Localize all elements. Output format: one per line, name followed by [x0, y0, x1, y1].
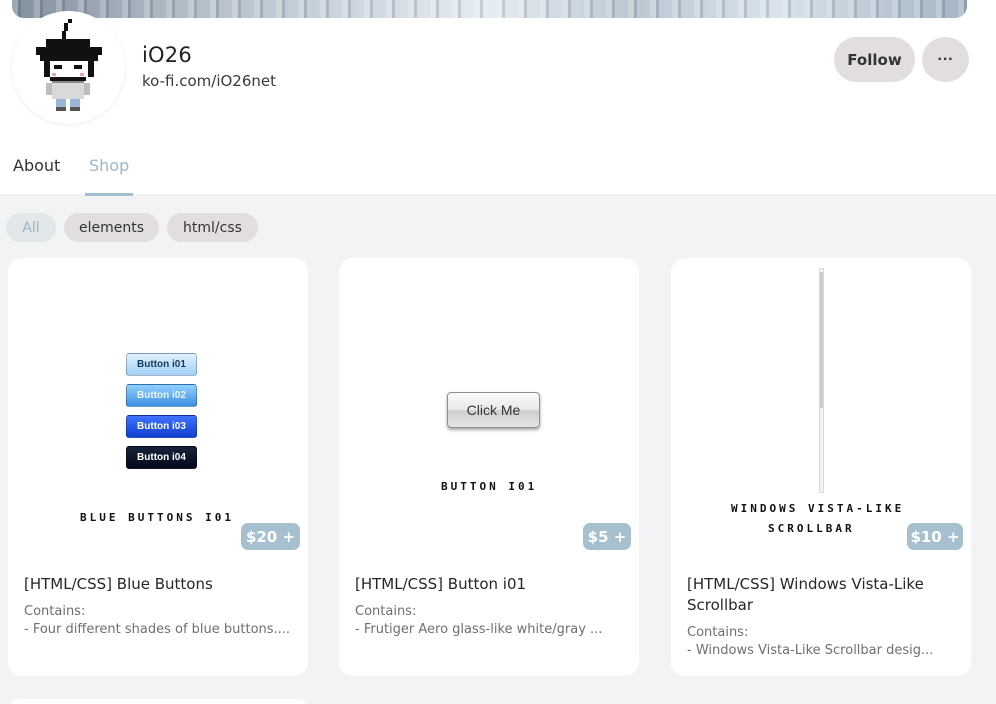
- more-options-button[interactable]: ···: [922, 37, 969, 82]
- product-description: - Windows Vista-Like Scrollbar desig...: [687, 643, 934, 658]
- cover-banner: [12, 0, 967, 18]
- preview-caption: Blue Buttons i01: [80, 511, 234, 524]
- more-dots-icon: ···: [937, 50, 954, 68]
- product-card[interactable]: Click Me Button i01 $5 + [HTML/CSS] Butt…: [339, 258, 639, 676]
- preview-button: Button i01: [126, 353, 197, 376]
- product-title[interactable]: [HTML/CSS] Windows Vista-Like Scrollbar: [687, 574, 959, 616]
- product-contains-label: Contains:: [355, 604, 417, 619]
- product-title[interactable]: [HTML/CSS] Button i01: [355, 574, 627, 595]
- filter-all[interactable]: All: [6, 213, 56, 242]
- preview-caption: Scrollbar: [768, 522, 855, 535]
- preview-button: Button i02: [126, 384, 197, 407]
- avatar[interactable]: [12, 11, 125, 124]
- filter-elements[interactable]: elements: [64, 213, 159, 242]
- price-badge: $20 +: [241, 523, 300, 550]
- product-title[interactable]: [HTML/CSS] Blue Buttons: [24, 574, 296, 595]
- profile-name: iO26: [142, 43, 192, 67]
- preview-scrollbar-track: [819, 268, 824, 493]
- preview-scrollbar-thumb: [820, 272, 823, 408]
- product-card[interactable]: [8, 699, 308, 704]
- preview-button: Click Me: [447, 392, 540, 428]
- product-card[interactable]: Button i01 Button i02 Button i03 Button …: [8, 258, 308, 676]
- product-contains-label: Contains:: [687, 625, 749, 640]
- preview-caption: Button i01: [441, 480, 538, 493]
- preview-button: Button i04: [126, 446, 197, 469]
- price-badge: $10 +: [907, 523, 963, 550]
- filter-html-css[interactable]: html/css: [167, 213, 258, 242]
- preview-button: Button i03: [126, 415, 197, 438]
- product-description: - Four different shades of blue buttons.…: [24, 622, 291, 637]
- tab-shop[interactable]: Shop: [89, 156, 129, 175]
- product-description: - Frutiger Aero glass-like white/gray ..…: [355, 622, 603, 637]
- product-card[interactable]: Windows Vista-Like Scrollbar $10 + [HTML…: [671, 258, 971, 676]
- tab-about[interactable]: About: [13, 156, 60, 175]
- price-badge: $5 +: [583, 523, 631, 550]
- active-tab-indicator: [85, 193, 133, 196]
- avatar-pixel-character-icon: [36, 19, 102, 111]
- preview-caption: Windows Vista-Like: [731, 502, 905, 515]
- follow-button[interactable]: Follow: [834, 37, 915, 82]
- profile-url[interactable]: ko-fi.com/iO26net: [142, 72, 276, 90]
- product-contains-label: Contains:: [24, 604, 86, 619]
